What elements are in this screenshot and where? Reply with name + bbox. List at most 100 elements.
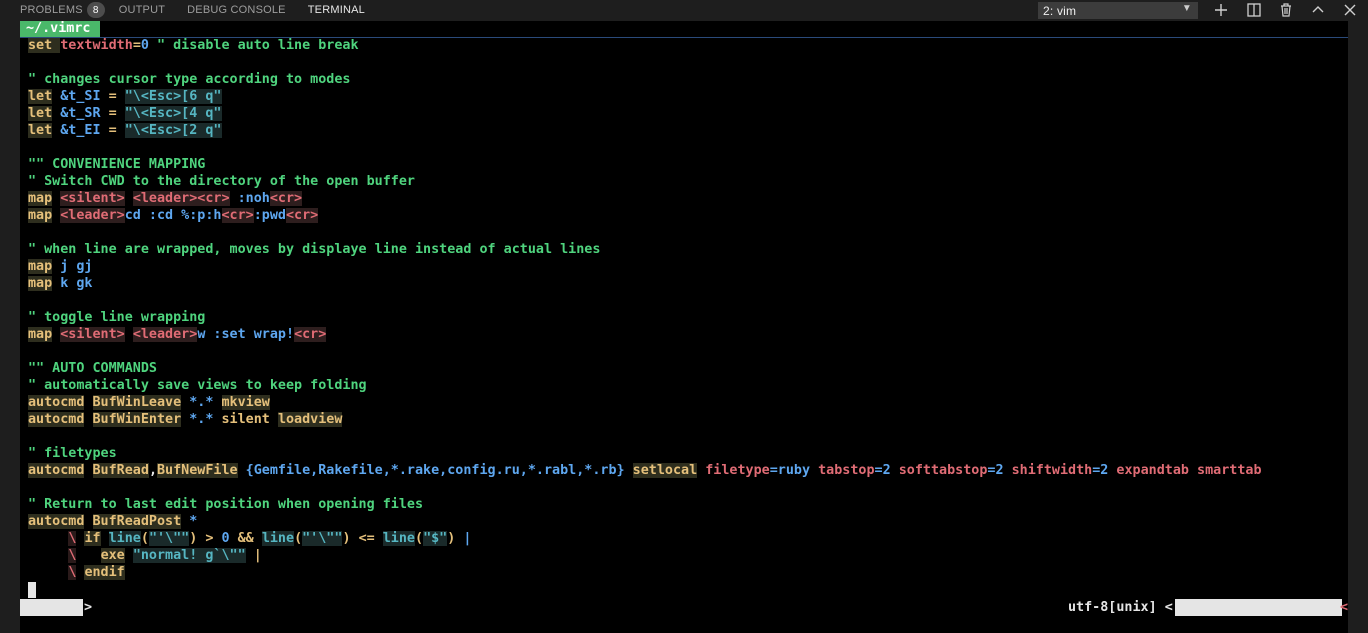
code-token: BufWinLeave (92, 395, 182, 410)
code-line: autocmd BufWinEnter *.* silent loadview (28, 411, 1340, 428)
code-token: map (28, 276, 53, 291)
code-token: <leader> (60, 208, 125, 223)
terminal-selector-value: 2: vim (1043, 3, 1077, 18)
code-token: 0 (213, 531, 238, 546)
code-token: " disable auto line break (148, 38, 359, 53)
code-token: &t_SR (60, 106, 101, 121)
tab-terminal-label: TERMINAL (307, 4, 365, 16)
code-token: "\<Esc>[2 q" (124, 123, 222, 138)
code-token: =2 (874, 463, 899, 478)
trash-icon[interactable] (1277, 1, 1295, 19)
panel-tab-bar: PROBLEMS 8 OUTPUT DEBUG CONSOLE TERMINAL… (0, 0, 1368, 20)
code-token: shiftwidth (1011, 463, 1093, 478)
code-token: <cr> (286, 208, 319, 223)
code-line: map <silent> <leader>w :set wrap!<cr> (28, 326, 1340, 343)
code-line: " changes cursor type according to modes (28, 71, 1340, 88)
code-token: <cr> (269, 191, 303, 206)
terminal-scrollbar[interactable] (1348, 21, 1368, 633)
code-line: autocmd BufWinLeave *.* mkview (28, 394, 1340, 411)
tab-debug-console[interactable]: DEBUG CONSOLE (187, 0, 286, 20)
code-token: " Switch CWD to the directory of the ope… (28, 174, 415, 189)
code-token: =2 (1092, 463, 1117, 478)
code-token: = (132, 38, 141, 53)
code-line: map <silent> <leader><cr> :noh<cr> (28, 190, 1340, 207)
code-line: "" CONVENIENCE MAPPING (28, 156, 1340, 173)
code-token: j gj (52, 259, 93, 274)
code-token: "" AUTO COMMANDS (28, 361, 157, 376)
split-terminal-icon[interactable] (1245, 1, 1263, 19)
code-token: <leader><cr> (132, 191, 230, 206)
problems-count-badge: 8 (86, 2, 105, 18)
close-icon[interactable] (1341, 1, 1359, 19)
code-token: <silent> (60, 191, 125, 206)
vim-tab-vimrc[interactable]: ~/.vimrc (20, 21, 100, 37)
chevron-down-icon: ▼ (1181, 3, 1192, 14)
code-token: <silent> (60, 327, 125, 342)
code-token: autocmd (28, 463, 85, 478)
plus-icon[interactable] (1212, 1, 1230, 19)
code-token: " automatically save views to keep foldi… (28, 378, 367, 393)
statusline-right-separator: < (1340, 600, 1349, 615)
code-line: " toggle line wrapping (28, 309, 1340, 326)
code-token: map (28, 259, 53, 274)
code-line: let &t_SI = "\<Esc>[6 q" (28, 88, 1340, 105)
code-token: map (28, 191, 53, 206)
code-token: {Gemfile,Rakefile,*.rake,config.ru,*.rab… (237, 463, 633, 478)
code-line: "" AUTO COMMANDS (28, 360, 1340, 377)
chevron-up-icon[interactable] (1309, 1, 1327, 19)
code-token: expandtab (1116, 463, 1189, 478)
code-token: = (108, 89, 117, 104)
code-token: ) (342, 531, 351, 546)
code-token: silent (221, 412, 270, 427)
code-token: ( (294, 531, 303, 546)
terminal-view[interactable]: ~/.vimrc set textwidth=0 " disable auto … (20, 21, 1348, 633)
code-token: map (28, 208, 53, 223)
code-line: autocmd BufRead,BufNewFile {Gemfile,Rake… (28, 462, 1340, 479)
code-token: "" CONVENIENCE MAPPING (28, 157, 206, 172)
code-token: 0 (140, 38, 149, 53)
code-line: autocmd BufReadPost * (28, 513, 1340, 530)
code-token: softtabstop (898, 463, 988, 478)
code-token: "'\"" (148, 531, 190, 546)
code-token: autocmd (28, 514, 85, 529)
code-line: " automatically save views to keep foldi… (28, 377, 1340, 394)
statusline-encoding: utf-8[unix] < (1068, 600, 1173, 615)
code-token: =ruby (769, 463, 819, 478)
code-token: *.* (181, 395, 222, 410)
tab-problems[interactable]: PROBLEMS 8 (20, 0, 105, 20)
code-token: smarttab (1197, 463, 1262, 478)
terminal-selector-dropdown[interactable]: 2: vim ▼ (1038, 2, 1198, 19)
code-token: " filetypes (28, 446, 117, 461)
code-token: BufReadPost (92, 514, 182, 529)
code-line: " when line are wrapped, moves by displa… (28, 241, 1340, 258)
tab-output[interactable]: OUTPUT (119, 0, 165, 20)
code-line: " filetypes (28, 445, 1340, 462)
code-line: let &t_SR = "\<Esc>[4 q" (28, 105, 1340, 122)
code-token: :noh (229, 191, 270, 206)
code-token: k gk (52, 276, 93, 291)
code-line: " Switch CWD to the directory of the ope… (28, 173, 1340, 190)
code-token: autocmd (28, 395, 85, 410)
tab-terminal[interactable]: TERMINAL (308, 0, 365, 20)
code-token: "'\"" (302, 531, 343, 546)
vim-buffer[interactable]: set textwidth=0 " disable auto line brea… (28, 37, 1340, 581)
code-token: :pwd (253, 208, 286, 223)
code-line: \ if line("'\"") > 0 && line("'\"") <= l… (28, 530, 1340, 547)
code-token: && (237, 531, 254, 546)
